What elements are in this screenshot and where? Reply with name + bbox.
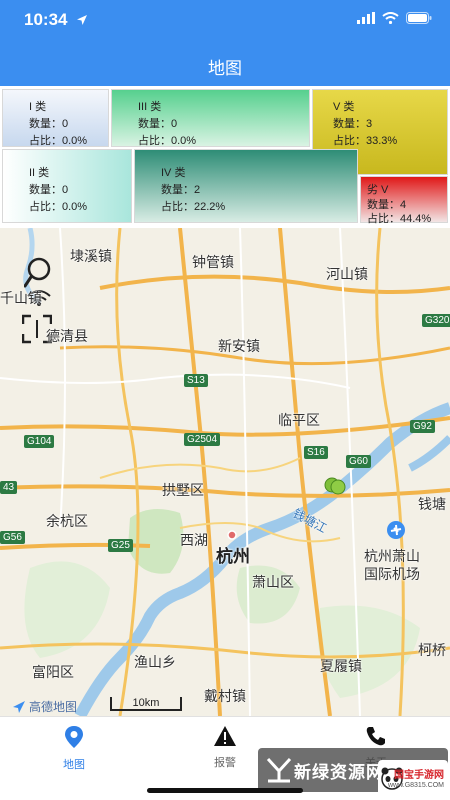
tab-alarm[interactable]: 报警 bbox=[185, 725, 265, 770]
class-count: 数量：2 bbox=[161, 184, 201, 196]
map-scale-bar: 10km bbox=[110, 697, 182, 711]
watermark-badge: 国宝手游网 www.G8315.COM bbox=[378, 760, 448, 798]
class-ii-card[interactable]: II 类 数量：0 占比：0.0% bbox=[2, 149, 132, 223]
class-ratio: 占比：44.4% bbox=[367, 213, 432, 225]
status-icons bbox=[357, 12, 432, 24]
class-count: 数量：3 bbox=[333, 118, 373, 130]
road-tag: 43 bbox=[0, 481, 18, 494]
search-icon[interactable] bbox=[24, 256, 58, 290]
road-tag: G320 bbox=[422, 314, 450, 327]
class-title: II 类 bbox=[29, 167, 50, 179]
watermark-badge-url: www.G8315.COM bbox=[387, 782, 444, 789]
tab-label: 报警 bbox=[214, 757, 236, 769]
place-label: 余杭区 bbox=[46, 513, 88, 529]
place-label: 萧山区 bbox=[252, 574, 294, 590]
station-marker bbox=[330, 479, 346, 495]
page-title: 地图 bbox=[208, 59, 242, 78]
place-label: 戴村镇 bbox=[204, 688, 246, 704]
place-label: 夏履镇 bbox=[320, 658, 362, 674]
class-i-card[interactable]: I 类 数量：0 占比：0.0% bbox=[2, 89, 109, 147]
map-provider-text: 高德地图 bbox=[29, 700, 78, 714]
tab-label: 地图 bbox=[63, 759, 85, 771]
place-label: 临平区 bbox=[278, 412, 320, 428]
place-label: 德清县 bbox=[46, 328, 88, 344]
place-label: 柯桥 bbox=[418, 642, 446, 658]
place-label: 渔山乡 bbox=[134, 654, 176, 670]
road-tag: G92 bbox=[410, 420, 435, 433]
cellular-signal-icon bbox=[357, 12, 375, 24]
class-count: 数量：0 bbox=[29, 118, 69, 130]
place-label: 千山镇 bbox=[0, 290, 42, 306]
road-tag: G104 bbox=[24, 435, 55, 448]
place-label: 新安镇 bbox=[218, 338, 260, 354]
road-tag: S13 bbox=[184, 374, 208, 387]
road-tag: S16 bbox=[304, 446, 328, 459]
home-indicator bbox=[147, 788, 303, 793]
class-iv-card[interactable]: IV 类 数量：2 占比：22.2% bbox=[134, 149, 358, 223]
place-label: 富阳区 bbox=[32, 664, 74, 680]
classification-panel: I 类 数量：0 占比：0.0% III 类 数量：0 占比：0.0% V 类 … bbox=[0, 86, 450, 228]
watermark-text: 新绿资源网 bbox=[294, 762, 384, 782]
road-tag: G60 bbox=[346, 455, 371, 468]
battery-icon bbox=[406, 12, 432, 24]
map-view[interactable]: G320 S13 G104 G2504 G92 S16 G60 G25 G56 … bbox=[0, 228, 450, 716]
class-ratio: 占比：0.0% bbox=[138, 135, 197, 147]
watermark-badge-text: 国宝手游网 bbox=[394, 770, 444, 781]
map-pin-icon bbox=[65, 726, 83, 748]
class-title: IV 类 bbox=[161, 167, 186, 179]
class-count: 数量：0 bbox=[138, 118, 178, 130]
location-arrow-icon bbox=[77, 15, 87, 25]
class-count: 数量：0 bbox=[29, 184, 69, 196]
road-tag: G2504 bbox=[184, 433, 221, 446]
city-label: 杭州 bbox=[216, 547, 250, 566]
phone-icon bbox=[366, 727, 385, 746]
watermark-logo-icon bbox=[266, 757, 292, 783]
place-label: 钱塘 bbox=[418, 496, 446, 512]
class-title: 劣 V bbox=[367, 184, 389, 196]
place-label: 拱墅区 bbox=[162, 482, 204, 498]
class-title: V 类 bbox=[333, 101, 355, 113]
map-provider-icon bbox=[13, 700, 25, 713]
place-label: 埭溪镇 bbox=[70, 248, 112, 264]
map-provider-logo: 高德地图 bbox=[12, 698, 77, 715]
class-ratio: 占比：33.3% bbox=[333, 135, 398, 147]
road-tag: G25 bbox=[108, 539, 133, 552]
class-iii-card[interactable]: III 类 数量：0 占比：0.0% bbox=[111, 89, 310, 147]
place-label: 国际机场 bbox=[364, 566, 420, 582]
map-base-layer bbox=[0, 228, 450, 716]
tab-map[interactable]: 地图 bbox=[34, 725, 114, 772]
place-label: 河山镇 bbox=[326, 266, 368, 282]
status-bar: 10:34 bbox=[0, 0, 450, 42]
place-label: 西湖 bbox=[180, 532, 208, 548]
class-ratio: 占比：22.2% bbox=[161, 201, 226, 213]
class-title: I 类 bbox=[29, 101, 47, 113]
place-label: 杭州萧山 bbox=[364, 548, 420, 564]
class-bad-v-card[interactable]: 劣 V 数量：4 占比：44.4% bbox=[360, 176, 448, 225]
status-time: 10:34 bbox=[24, 10, 68, 29]
road-tag: G56 bbox=[0, 531, 25, 544]
wifi-icon bbox=[382, 12, 399, 24]
class-title: III 类 bbox=[138, 101, 162, 113]
place-label: 钟管镇 bbox=[192, 254, 234, 270]
app-header: 10:34 地图 bbox=[0, 0, 450, 86]
airport-icon bbox=[387, 521, 405, 539]
warning-icon bbox=[214, 726, 236, 746]
class-ratio: 占比：0.0% bbox=[29, 135, 88, 147]
class-ratio: 占比：0.0% bbox=[29, 201, 88, 213]
